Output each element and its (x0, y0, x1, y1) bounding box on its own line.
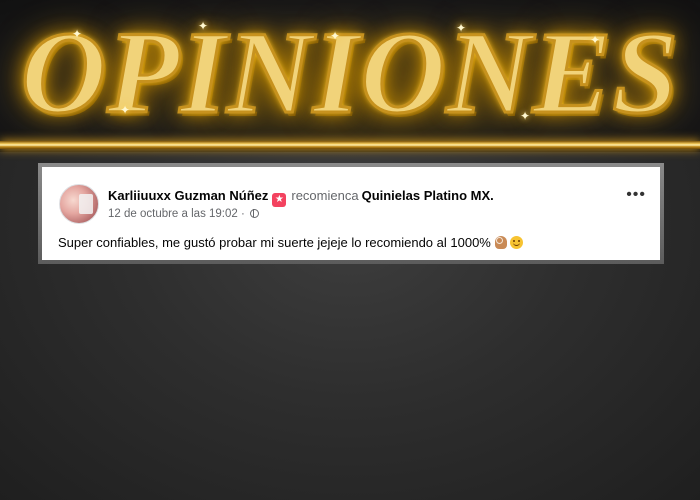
more-options-icon[interactable]: ••• (626, 187, 646, 203)
post-text: Super confiables, me gustó probar mi sue… (58, 235, 491, 250)
post-card: Karliiuuxx Guzman Núñez ★ recomienca Quinie… (42, 167, 660, 260)
opiniones-banner: OPINIONES ✦ ✦ ✦ ✦ ✦ ✦ ✦ (0, 0, 700, 152)
sparkle-icon: ✦ (120, 103, 131, 117)
page-name[interactable]: Quinielas Platino MX. (362, 188, 494, 203)
sparkle-icon: ✦ (72, 27, 83, 41)
post-meta: 12 de octubre a las 19:02 · (108, 208, 260, 220)
sparkle-icon: ✦ (456, 21, 467, 35)
sparkle-icon: ✦ (520, 109, 531, 123)
post-timestamp[interactable]: 12 de octubre a las 19:02 · (108, 208, 245, 220)
avatar-photo (79, 194, 93, 214)
banner-title: OPINIONES (19, 6, 680, 139)
sparkle-icon: ✦ (330, 29, 341, 43)
sparkle-icon: ✦ (590, 33, 601, 47)
smiling-face-icon (509, 236, 523, 249)
globe-icon (250, 209, 260, 218)
sparkle-icon: ✦ (198, 19, 209, 33)
post-body: Super confiables, me gustó probar mi sue… (58, 235, 523, 250)
post-card-frame: Karliiuuxx Guzman Núñez ★ recomienca Quinie… (38, 163, 664, 264)
recommends-text: recomienca (291, 188, 359, 203)
ok-hand-icon (494, 236, 507, 249)
star-badge-icon: ★ (272, 193, 287, 207)
avatar[interactable] (59, 184, 99, 224)
gold-divider (0, 141, 700, 149)
post-header: Karliiuuxx Guzman Núñez ★ recomienca Quinie… (108, 188, 494, 207)
author-name[interactable]: Karliiuuxx Guzman Núñez (108, 188, 268, 203)
